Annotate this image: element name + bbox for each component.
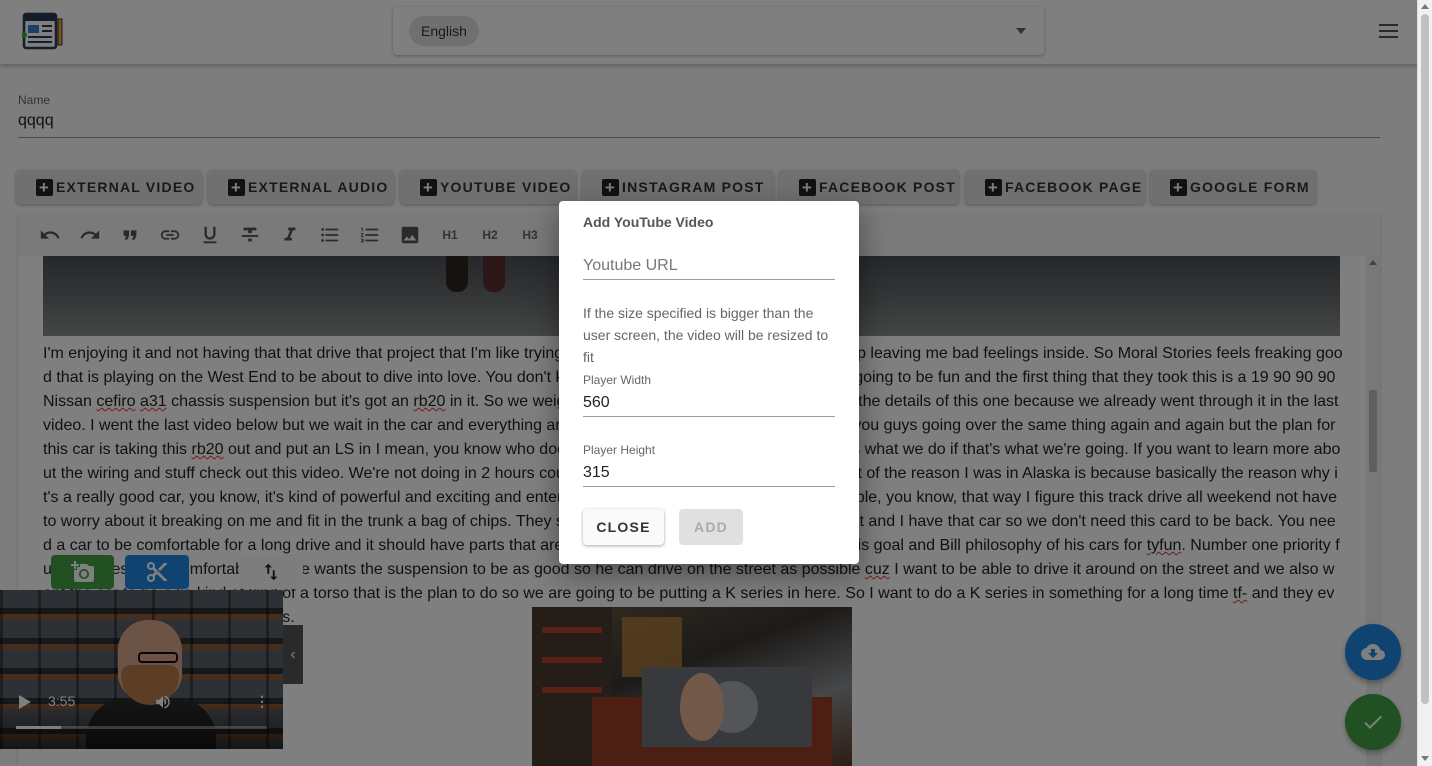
youtube-url-input[interactable]: [583, 253, 835, 280]
scroll-up-icon[interactable]: [1421, 4, 1429, 9]
player-height-label: Player Height: [583, 443, 656, 457]
scroll-down-icon[interactable]: [1421, 756, 1429, 761]
close-button[interactable]: CLOSE: [583, 509, 664, 545]
player-width-label: Player Width: [583, 373, 652, 387]
page-scroll-thumb[interactable]: [1421, 14, 1429, 704]
add-button[interactable]: ADD: [679, 509, 743, 545]
dialog-title: Add YouTube Video: [583, 214, 714, 230]
page-scrollbar[interactable]: [1417, 0, 1432, 766]
add-youtube-video-dialog: Add YouTube Video If the size specified …: [559, 201, 859, 564]
player-height-input[interactable]: [583, 460, 835, 487]
player-width-input[interactable]: [583, 390, 835, 417]
resize-note: If the size specified is bigger than the…: [583, 305, 829, 365]
